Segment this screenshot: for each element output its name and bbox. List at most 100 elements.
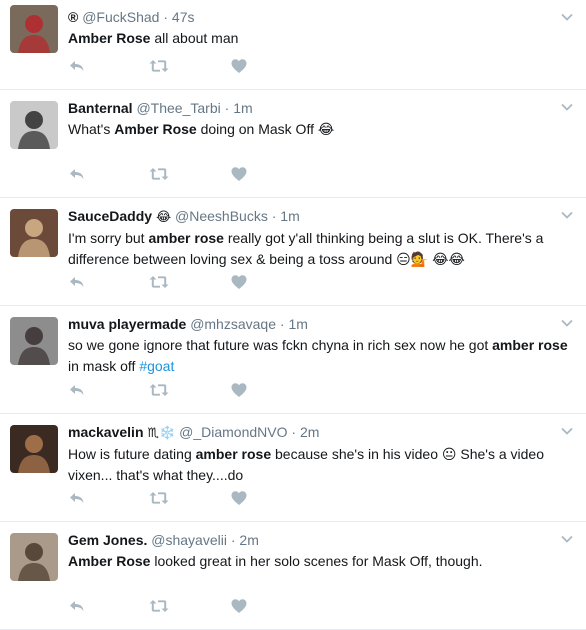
tweet[interactable]: mackavelin ♏❄️ @_DiamondNVO · 2m How is …	[0, 414, 586, 522]
tweet[interactable]: SauceDaddy 😂 @NeeshBucks · 1m I'm sorry …	[0, 198, 586, 306]
tweet-header: ® @FuckShad · 47s	[68, 8, 568, 26]
tweet-content: mackavelin ♏❄️ @_DiamondNVO · 2m How is …	[68, 423, 568, 486]
reply-icon[interactable]	[68, 165, 86, 183]
avatar[interactable]	[10, 209, 58, 257]
tweet-header: mackavelin ♏❄️ @_DiamondNVO · 2m	[68, 423, 568, 442]
retweet-icon[interactable]	[148, 165, 170, 183]
retweet-icon[interactable]	[148, 489, 170, 507]
hashtag-link[interactable]: #goat	[139, 358, 174, 374]
reply-icon[interactable]	[68, 381, 86, 399]
timestamp[interactable]: 2m	[300, 424, 319, 440]
timestamp[interactable]: 47s	[172, 9, 195, 25]
avatar[interactable]	[10, 5, 58, 53]
tweet-content: ® @FuckShad · 47s Amber Rose all about m…	[68, 8, 568, 49]
user-handle[interactable]: @mhzsavaqe	[190, 316, 276, 332]
display-name[interactable]: Gem Jones.	[68, 532, 147, 548]
like-icon[interactable]	[230, 597, 248, 615]
avatar[interactable]	[10, 101, 58, 149]
separator-dot: ·	[271, 208, 277, 224]
highlight-term: Amber Rose	[114, 121, 197, 137]
chevron-down-icon[interactable]	[560, 424, 574, 438]
separator-dot: ·	[163, 9, 169, 25]
tweet[interactable]: Gem Jones. @shayavelii · 2m Amber Rose l…	[0, 522, 586, 630]
tweet-header: Banternal @Thee_Tarbi · 1m	[68, 99, 568, 117]
tweet-actions	[68, 57, 268, 75]
retweet-icon[interactable]	[148, 57, 170, 75]
like-icon[interactable]	[230, 273, 248, 291]
tweet-actions	[68, 165, 268, 183]
user-handle[interactable]: @FuckShad	[82, 9, 159, 25]
tweet-text: Amber Rose looked great in her solo scen…	[68, 551, 568, 572]
retweet-icon[interactable]	[148, 381, 170, 399]
tweet-actions	[68, 489, 268, 507]
user-handle[interactable]: @NeeshBucks	[175, 208, 268, 224]
tweet-text: What's Amber Rose doing on Mask Off 😂	[68, 119, 568, 140]
timestamp[interactable]: 1m	[288, 316, 307, 332]
tweet-text: so we gone ignore that future was fckn c…	[68, 335, 568, 377]
retweet-icon[interactable]	[148, 273, 170, 291]
text-segment: How is future dating	[68, 446, 196, 462]
name-emoji: 😂	[155, 209, 172, 224]
tweet-actions	[68, 381, 268, 399]
tweet-text: I'm sorry but amber rose really got y'al…	[68, 228, 568, 270]
highlight-term: Amber Rose	[68, 30, 151, 46]
user-handle[interactable]: @shayavelii	[151, 532, 227, 548]
chevron-down-icon[interactable]	[560, 208, 574, 222]
tweet-header: muva playermade @mhzsavaqe · 1m	[68, 315, 568, 333]
separator-dot: ·	[224, 100, 230, 116]
tweet-content: SauceDaddy 😂 @NeeshBucks · 1m I'm sorry …	[68, 207, 568, 270]
user-handle[interactable]: @Thee_Tarbi	[136, 100, 220, 116]
timeline: ® @FuckShad · 47s Amber Rose all about m…	[0, 0, 586, 630]
chevron-down-icon[interactable]	[560, 100, 574, 114]
tweet-content: Gem Jones. @shayavelii · 2m Amber Rose l…	[68, 531, 568, 572]
display-name[interactable]: mackavelin	[68, 424, 144, 440]
avatar[interactable]	[10, 317, 58, 365]
tweet-header: Gem Jones. @shayavelii · 2m	[68, 531, 568, 549]
highlight-term: amber rose	[492, 337, 568, 353]
reply-icon[interactable]	[68, 489, 86, 507]
chevron-down-icon[interactable]	[560, 10, 574, 24]
chevron-down-icon[interactable]	[560, 532, 574, 546]
display-name[interactable]: SauceDaddy	[68, 208, 152, 224]
tweet-text: Amber Rose all about man	[68, 28, 568, 49]
separator-dot: ·	[230, 532, 236, 548]
tweet[interactable]: Banternal @Thee_Tarbi · 1m What's Amber …	[0, 90, 586, 198]
tweet[interactable]: muva playermade @mhzsavaqe · 1m so we go…	[0, 306, 586, 414]
timestamp[interactable]: 1m	[280, 208, 299, 224]
display-name[interactable]: Banternal	[68, 100, 133, 116]
tweet-actions	[68, 273, 268, 291]
tweet[interactable]: ® @FuckShad · 47s Amber Rose all about m…	[0, 0, 586, 90]
chevron-down-icon[interactable]	[560, 316, 574, 330]
reply-icon[interactable]	[68, 57, 86, 75]
highlight-term: Amber Rose	[68, 553, 151, 569]
like-icon[interactable]	[230, 381, 248, 399]
tweet-actions	[68, 597, 268, 615]
reply-icon[interactable]	[68, 597, 86, 615]
tweet-content: muva playermade @mhzsavaqe · 1m so we go…	[68, 315, 568, 377]
text-segment: I'm sorry but	[68, 230, 149, 246]
avatar[interactable]	[10, 425, 58, 473]
tweet-content: Banternal @Thee_Tarbi · 1m What's Amber …	[68, 99, 568, 140]
text-segment: in mask off	[68, 358, 140, 374]
text-segment: so we gone ignore that future was fckn c…	[68, 337, 493, 353]
highlight-term: amber rose	[148, 230, 224, 246]
like-icon[interactable]	[230, 57, 248, 75]
tweet-header: SauceDaddy 😂 @NeeshBucks · 1m	[68, 207, 568, 226]
display-name[interactable]: muva playermade	[68, 316, 186, 332]
separator-dot: ·	[279, 316, 285, 332]
text-segment: all about man	[150, 30, 239, 46]
timestamp[interactable]: 2m	[239, 532, 258, 548]
text-segment: doing on Mask Off 😂	[196, 121, 335, 137]
display-name[interactable]: ®	[68, 9, 78, 25]
retweet-icon[interactable]	[148, 597, 170, 615]
like-icon[interactable]	[230, 489, 248, 507]
separator-dot: ·	[291, 424, 297, 440]
like-icon[interactable]	[230, 165, 248, 183]
reply-icon[interactable]	[68, 273, 86, 291]
avatar[interactable]	[10, 533, 58, 581]
name-emoji: ♏❄️	[147, 425, 176, 440]
highlight-term: amber rose	[195, 446, 272, 462]
user-handle[interactable]: @_DiamondNVO	[179, 424, 287, 440]
tweet-text: How is future dating amber rose because …	[68, 444, 568, 486]
timestamp[interactable]: 1m	[233, 100, 252, 116]
